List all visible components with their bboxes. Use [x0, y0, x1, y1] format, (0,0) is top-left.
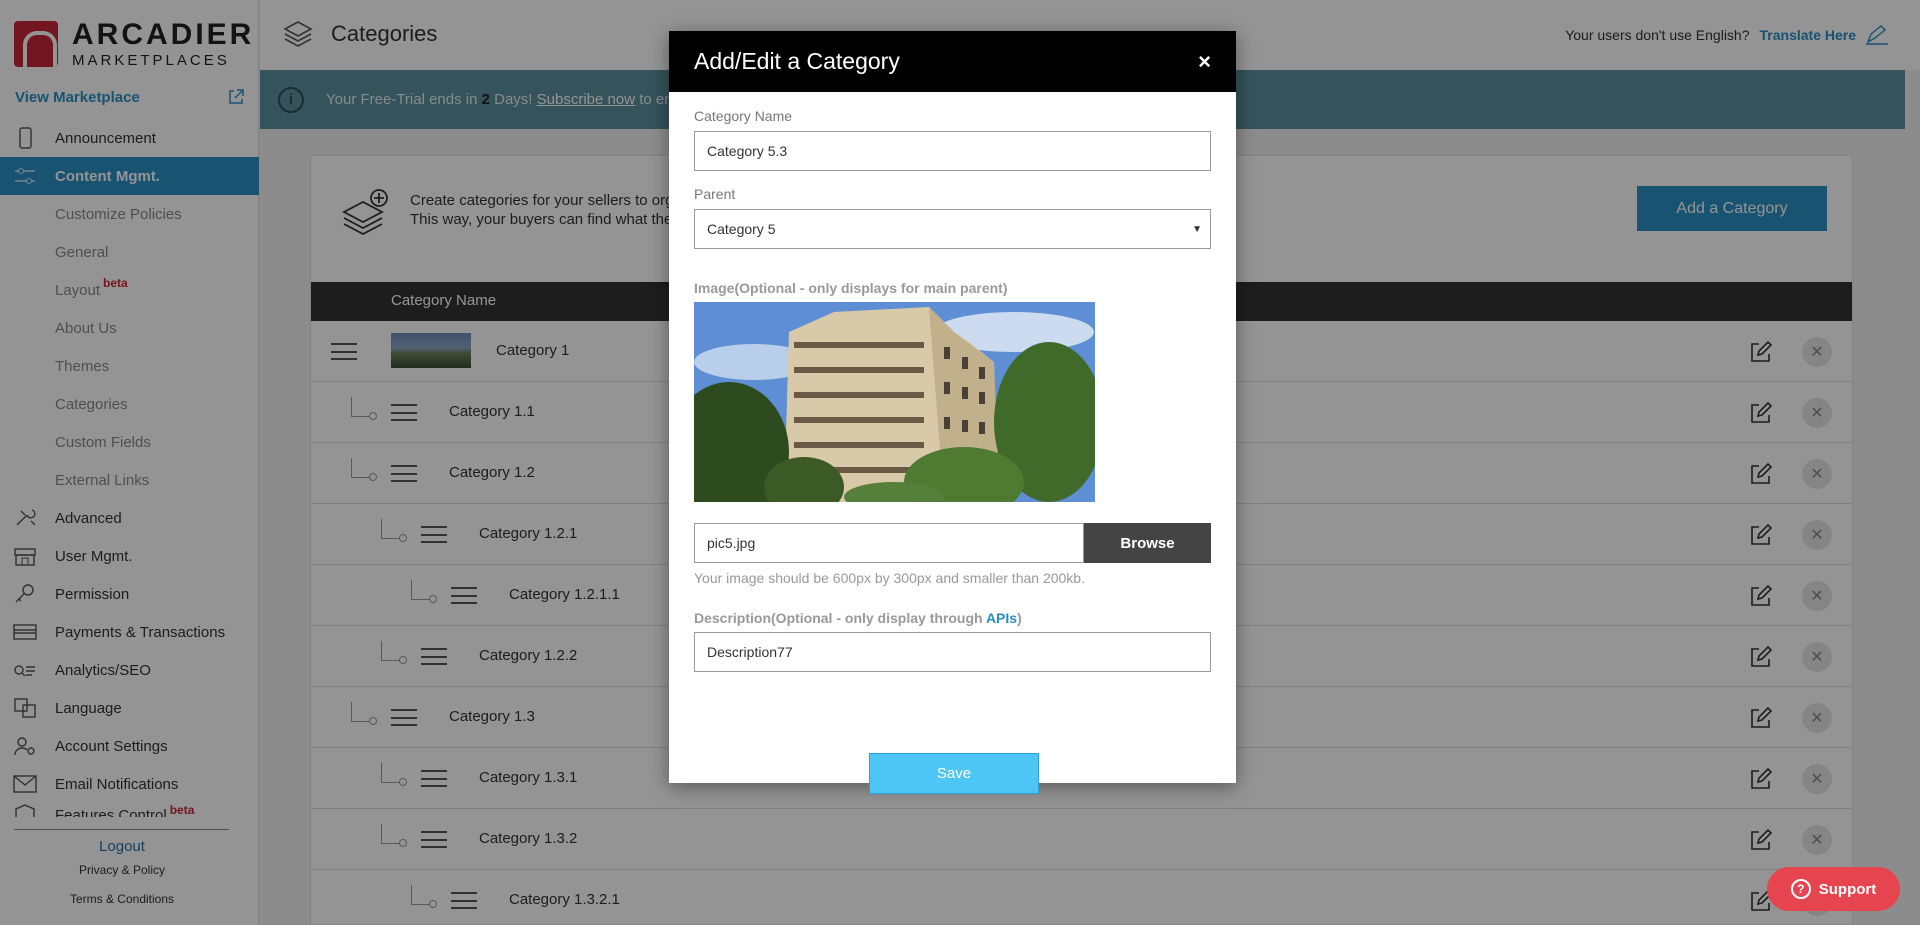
file-name-field[interactable]: pic5.jpg: [694, 523, 1084, 563]
dropdown-arrow-icon: ▼: [1192, 224, 1202, 235]
parent-select[interactable]: Category 5 ▼: [694, 209, 1211, 249]
category-name-label: Category Name: [694, 108, 793, 124]
building-photo: [694, 302, 1095, 502]
close-icon[interactable]: ×: [1198, 49, 1211, 75]
browse-button[interactable]: Browse: [1084, 523, 1211, 563]
save-button[interactable]: Save: [869, 753, 1039, 794]
parent-label: Parent: [694, 186, 736, 202]
question-icon: ?: [1790, 879, 1811, 899]
modal-body: Category Name Category 5.3 Parent Catego…: [669, 108, 1236, 794]
category-name-input[interactable]: Category 5.3: [694, 131, 1211, 171]
description-input[interactable]: Description77: [694, 632, 1211, 672]
description-label: Description(Optional - only display thro…: [694, 610, 1022, 626]
support-button[interactable]: ? Support: [1767, 867, 1900, 911]
apis-link[interactable]: APIs: [986, 610, 1017, 626]
modal-header: Add/Edit a Category ×: [669, 31, 1236, 92]
file-upload-row: pic5.jpg Browse: [694, 523, 1211, 563]
parent-select-value: Category 5: [707, 221, 776, 237]
support-label: Support: [1818, 880, 1877, 898]
image-size-hint: Your image should be 600px by 300px and …: [694, 570, 1085, 586]
add-edit-category-modal: Add/Edit a Category × Category Name Cate…: [669, 31, 1236, 794]
modal-title: Add/Edit a Category: [694, 48, 900, 74]
image-label: Image(Optional - only displays for main …: [694, 280, 1008, 296]
category-image-preview: [694, 302, 1095, 502]
